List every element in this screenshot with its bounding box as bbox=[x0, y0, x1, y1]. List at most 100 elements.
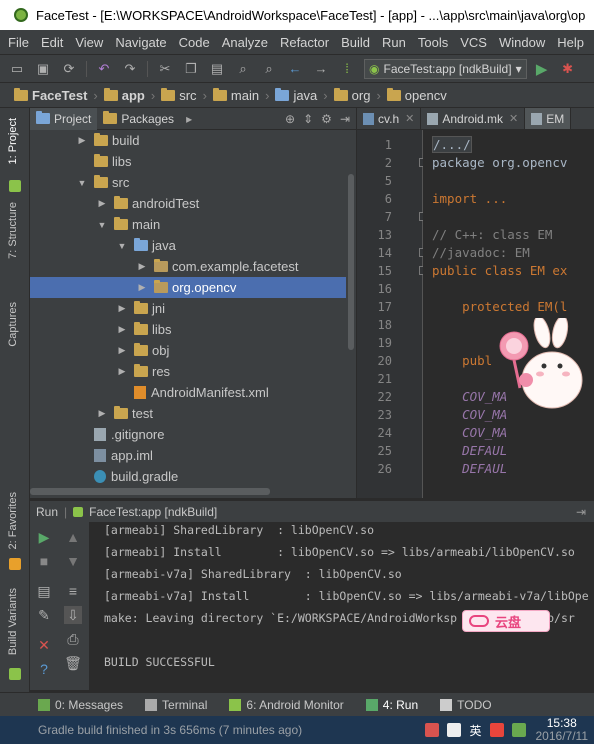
soft-wrap-icon[interactable]: ≡ bbox=[64, 582, 82, 600]
hide-panel-icon[interactable]: ⇥ bbox=[576, 505, 586, 519]
scroll-from-source-icon[interactable]: ⊕ bbox=[285, 112, 295, 126]
cloud-drive-badge[interactable]: 云盘 bbox=[462, 610, 550, 632]
close-icon[interactable]: ✕ bbox=[405, 112, 414, 125]
run-configuration-select[interactable]: ◉ FaceTest:app [ndkBuild] ▾ bbox=[364, 58, 527, 79]
menu-item-analyze[interactable]: Analyze bbox=[222, 35, 268, 50]
collapse-all-icon[interactable]: ⇕ bbox=[303, 112, 313, 126]
collapsed-arrow-icon[interactable]: ▶ bbox=[116, 345, 128, 356]
folded-code[interactable]: /.../ bbox=[432, 136, 472, 153]
collapsed-arrow-icon[interactable]: ▶ bbox=[96, 198, 108, 209]
stop-icon[interactable]: ■ bbox=[35, 552, 53, 570]
close-icon[interactable]: ✕ bbox=[35, 636, 53, 654]
breadcrumb-item[interactable]: FaceTest bbox=[14, 87, 87, 103]
collapsed-arrow-icon[interactable]: ▶ bbox=[116, 324, 128, 335]
collapsed-arrow-icon[interactable]: ▶ bbox=[136, 261, 148, 272]
breadcrumb-item[interactable]: app bbox=[103, 87, 145, 103]
menu-item-view[interactable]: View bbox=[75, 35, 103, 50]
captures-tool-tab[interactable]: Captures bbox=[7, 302, 19, 347]
code-import[interactable]: import ... bbox=[432, 191, 507, 206]
restore-layout-icon[interactable]: ▤ bbox=[35, 582, 53, 600]
bottom-tab[interactable]: 4: Run bbox=[365, 698, 418, 712]
run-console[interactable]: [armeabi] SharedLibrary : libOpenCV.so [a… bbox=[91, 522, 594, 690]
collapsed-arrow-icon[interactable]: ▶ bbox=[96, 408, 108, 419]
pin-icon[interactable]: ✎ bbox=[35, 606, 53, 624]
collapsed-arrow-icon[interactable]: ▶ bbox=[116, 366, 128, 377]
run-panel-config[interactable]: FaceTest:app [ndkBuild] bbox=[89, 505, 217, 519]
menu-item-edit[interactable]: Edit bbox=[41, 35, 63, 50]
breadcrumb-item[interactable]: src bbox=[161, 87, 197, 103]
tree-item[interactable]: ▶ jni bbox=[30, 298, 346, 319]
tree-item[interactable]: ▶ com.example.facetest bbox=[30, 256, 346, 277]
sogou-icon[interactable] bbox=[489, 723, 504, 737]
tree-item[interactable]: app.iml bbox=[30, 445, 346, 466]
tree-item[interactable]: ▼ src bbox=[30, 172, 346, 193]
print-icon[interactable]: ⎙ bbox=[64, 630, 82, 648]
undo-icon[interactable]: ↶ bbox=[95, 60, 113, 78]
trash-icon[interactable]: 🗑 bbox=[64, 654, 82, 672]
open-folder-icon[interactable]: ▭ bbox=[8, 60, 26, 78]
tree-item[interactable]: build.gradle bbox=[30, 466, 346, 487]
expanded-arrow-icon[interactable]: ▼ bbox=[116, 241, 128, 251]
run-icon[interactable]: ▶ bbox=[533, 60, 551, 78]
bottom-tab[interactable]: 6: Android Monitor bbox=[229, 698, 344, 712]
bottom-tab[interactable]: 0: Messages bbox=[38, 698, 123, 712]
menu-item-build[interactable]: Build bbox=[341, 35, 370, 50]
editor-tab[interactable]: cv.h ✕ bbox=[357, 108, 422, 129]
tray-keyboard-icon[interactable] bbox=[447, 723, 462, 737]
project-tool-tab[interactable]: 1: Project bbox=[7, 118, 19, 164]
hide-icon[interactable]: ⇥ bbox=[340, 112, 350, 126]
menu-item-file[interactable]: File bbox=[8, 35, 29, 50]
menu-item-tools[interactable]: Tools bbox=[418, 35, 448, 50]
collapsed-arrow-icon[interactable]: ▶ bbox=[116, 303, 128, 314]
close-icon[interactable]: ✕ bbox=[509, 112, 518, 125]
clock[interactable]: 15:38 2016/7/11 bbox=[536, 717, 589, 743]
tree-item[interactable]: ▶ androidTest bbox=[30, 193, 346, 214]
breadcrumb-item[interactable]: java bbox=[275, 87, 317, 103]
more-tabs-icon[interactable]: ▸ bbox=[186, 112, 192, 126]
tree-item[interactable]: ▶ test bbox=[30, 403, 346, 424]
favorites-tool-tab[interactable]: 2: Favorites bbox=[7, 492, 19, 549]
breadcrumb-item[interactable]: main bbox=[212, 87, 259, 103]
editor-tab[interactable]: Android.mk ✕ bbox=[421, 108, 526, 129]
debug-icon[interactable]: ✱ bbox=[559, 60, 577, 78]
tree-item[interactable]: ▶ res bbox=[30, 361, 346, 382]
breadcrumb-item[interactable]: opencv bbox=[386, 87, 447, 103]
forward-icon[interactable]: → bbox=[312, 60, 330, 78]
code-editor[interactable]: /.../ package org.opencv import ... // C++:… bbox=[423, 130, 594, 498]
cut-icon[interactable]: ✂ bbox=[156, 60, 174, 78]
paste-icon[interactable]: ▤ bbox=[208, 60, 226, 78]
tab-packages[interactable]: Packages bbox=[97, 108, 180, 130]
menu-item-navigate[interactable]: Navigate bbox=[115, 35, 166, 50]
expanded-arrow-icon[interactable]: ▼ bbox=[96, 220, 108, 230]
scroll-down-icon[interactable]: ▼ bbox=[64, 552, 82, 570]
structure-tool-tab[interactable]: 7: Structure bbox=[7, 202, 19, 259]
copy-icon[interactable]: ❐ bbox=[182, 60, 200, 78]
tab-project[interactable]: Project bbox=[30, 107, 98, 130]
bottom-tab[interactable]: Terminal bbox=[145, 698, 207, 712]
scroll-up-icon[interactable]: ▲ bbox=[64, 528, 82, 546]
menu-item-run[interactable]: Run bbox=[382, 35, 406, 50]
gear-icon[interactable]: ⚙ bbox=[321, 112, 332, 126]
tree-item[interactable]: ▶ libs bbox=[30, 319, 346, 340]
scroll-to-end-icon[interactable]: ⇩ bbox=[64, 606, 82, 624]
collapsed-arrow-icon[interactable]: ▶ bbox=[136, 282, 148, 293]
breadcrumb-item[interactable]: org bbox=[333, 87, 370, 103]
tree-item[interactable]: ▶ build bbox=[30, 130, 346, 151]
tree-item[interactable]: AndroidManifest.xml bbox=[30, 382, 346, 403]
tree-item[interactable]: .gitignore bbox=[30, 424, 346, 445]
find-icon[interactable]: ⌕ bbox=[234, 60, 252, 78]
replace-icon[interactable]: ⌕ bbox=[260, 60, 278, 78]
sync-icon[interactable]: ⟳ bbox=[60, 60, 78, 78]
help-icon[interactable]: ? bbox=[35, 660, 53, 678]
horizontal-scrollbar[interactable] bbox=[30, 488, 270, 495]
tree-item[interactable]: libs bbox=[30, 151, 346, 172]
collapsed-arrow-icon[interactable]: ▶ bbox=[76, 135, 88, 146]
build-variants-tool-tab[interactable]: Build Variants bbox=[7, 588, 19, 655]
menu-item-vcs[interactable]: VCS bbox=[460, 35, 487, 50]
back-icon[interactable]: ← bbox=[286, 60, 304, 78]
tray-app-icon[interactable] bbox=[425, 723, 440, 737]
bottom-tab[interactable]: TODO bbox=[440, 698, 492, 712]
make-project-icon[interactable]: ⁞ bbox=[338, 60, 356, 78]
tree-scrollbar[interactable] bbox=[348, 174, 354, 350]
editor-tab[interactable]: EM bbox=[525, 108, 572, 129]
